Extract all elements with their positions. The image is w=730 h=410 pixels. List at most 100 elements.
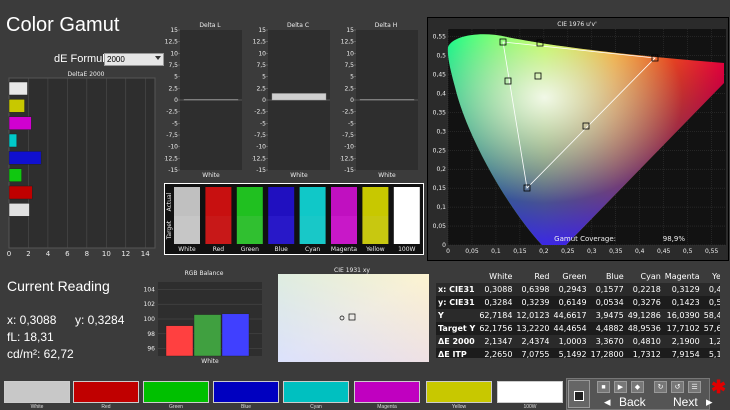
next-button[interactable]: Next xyxy=(673,395,698,409)
swatch-yellow[interactable] xyxy=(426,381,492,403)
delta-l-chart: Delta L 15 12,5 10 7,5 5 2,5 0 -2,5 -5 -7,5 -10 -12,… xyxy=(164,22,242,179)
swatch-label: Red xyxy=(101,404,111,410)
delta-c-title: Delta C xyxy=(287,22,309,29)
table-cell: 2,1347 xyxy=(477,335,515,348)
table-cell: 13,2220 xyxy=(514,322,552,335)
swatch-green[interactable] xyxy=(143,381,209,403)
delta-l-ytick: 5 xyxy=(174,74,178,81)
table-row: x: CIE31 0,3088 0,6398 0,2943 0,1577 0,2218 0,… xyxy=(436,283,720,296)
back-arrow-icon[interactable]: ◂ xyxy=(604,394,611,410)
deltae2000-xtick: 8 xyxy=(85,250,89,258)
table-cell: 16,0390 xyxy=(662,309,702,322)
delta-h-bar xyxy=(359,99,415,101)
rgb-balance-bar xyxy=(221,313,250,357)
patch-actual xyxy=(205,187,232,216)
delta-c-ytick: 2,5 xyxy=(256,85,266,92)
first-icon[interactable]: ■ xyxy=(597,381,610,393)
delta-c-xlabel: White xyxy=(290,172,308,179)
cie1976-xtick: 0,5 xyxy=(683,248,693,255)
table-cell: 62,1756 xyxy=(477,322,515,335)
swatch-label: Blue xyxy=(240,404,251,410)
delta-h-ytick: 7,5 xyxy=(344,62,354,69)
play-icon[interactable]: ▶ xyxy=(614,381,627,393)
table-cell: 0,2218 xyxy=(625,283,663,296)
refresh-icon[interactable]: ↻ xyxy=(654,381,667,393)
table-cell: 2,4374 xyxy=(514,335,552,348)
table-cell: 44,4654 xyxy=(551,322,589,335)
patch-actual xyxy=(299,187,326,216)
stop-button[interactable] xyxy=(568,380,590,408)
settings-icon[interactable]: ☰ xyxy=(688,381,701,393)
table-cell: 12,0123 xyxy=(514,309,552,322)
table-cell: 0,1577 xyxy=(588,283,626,296)
table-cell: 5,1492 xyxy=(551,348,589,358)
table-cell: y: CIE31 xyxy=(436,296,478,309)
reading-y: y: 0,3284 xyxy=(75,313,125,327)
cie1976-ytick: 0 xyxy=(442,242,446,249)
table-cell: ΔE 2000 xyxy=(436,335,478,348)
cie1976-ytick: 0,25 xyxy=(433,147,447,154)
delta-l-ytick: -7,5 xyxy=(166,132,178,139)
back-button[interactable]: Back xyxy=(619,395,646,409)
table-header: Red xyxy=(534,272,550,281)
table-cell: 4,4882 xyxy=(588,322,626,335)
table-cell: 7,0755 xyxy=(514,348,552,358)
page-title: Color Gamut xyxy=(6,14,120,36)
patches-target-label: Target xyxy=(166,220,173,240)
swatch-100w[interactable] xyxy=(497,381,563,403)
deltae2000-xtick: 14 xyxy=(141,250,150,258)
cie1976-ytick: 0,05 xyxy=(433,223,447,230)
cie1976-xtick: 0,3 xyxy=(587,248,597,255)
table-cell: 3,3670 xyxy=(588,335,626,348)
table-cell: Target Y xyxy=(436,322,478,335)
cie1976-ytick: 0,5 xyxy=(436,53,446,60)
swatch-label: Yellow xyxy=(451,404,467,410)
delta-c-ytick: -7,5 xyxy=(254,132,266,139)
table-cell: 17,2800 xyxy=(588,348,626,358)
rgb-balance-ytick: 96 xyxy=(147,346,155,353)
gamut-coverage-label: Gamut Coverage: xyxy=(554,235,616,243)
loop-icon[interactable]: ◆ xyxy=(631,381,644,393)
cie1976-xtick: 0,45 xyxy=(657,248,671,255)
delta-h-ytick: -5 xyxy=(348,120,354,127)
cie1976-ytick: 0,45 xyxy=(433,71,447,78)
swatch-blue[interactable] xyxy=(213,381,279,403)
patch-actual xyxy=(331,187,357,216)
cie1976-xtick: 0,2 xyxy=(539,248,549,255)
patch-actual xyxy=(268,187,295,216)
table-cell: 1,2694 xyxy=(701,335,720,348)
table-header xyxy=(436,270,477,283)
cie1976-ytick: 0,55 xyxy=(433,34,447,41)
table-row: ΔE ITP 2,2650 7,0755 5,1492 17,2800 1,7312 7,9… xyxy=(436,348,720,358)
delta-h-title: Delta H xyxy=(375,22,397,29)
patch-label: Magenta xyxy=(331,246,358,253)
swatch-white[interactable] xyxy=(4,381,70,403)
delta-c-ytick: 0 xyxy=(262,97,266,104)
gamut-coverage-value: 98,9% xyxy=(663,235,686,243)
table-row: Target Y 62,1756 13,2220 44,4654 4,4882 48,95… xyxy=(436,322,720,335)
swatch-cyan[interactable] xyxy=(283,381,349,403)
table-cell: 0,4810 xyxy=(625,335,663,348)
deltae2000-xtick: 4 xyxy=(46,250,51,258)
swatch-magenta[interactable] xyxy=(354,381,420,403)
delta-h-ytick: -12,5 xyxy=(340,155,354,162)
delta-l-ytick: 2,5 xyxy=(168,85,178,92)
delta-c-bar xyxy=(271,93,327,101)
reload-icon[interactable]: ↺ xyxy=(671,381,684,393)
table-cell: 0,3284 xyxy=(477,296,515,309)
swatch-red[interactable] xyxy=(73,381,139,403)
table-cell: 7,9154 xyxy=(662,348,702,358)
table-cell: 0,6398 xyxy=(514,283,552,296)
delta-c-ytick: -5 xyxy=(260,120,266,127)
cie1976-xtick: 0,05 xyxy=(465,248,479,255)
patch-target xyxy=(362,216,389,244)
deltae2000-xtick: 12 xyxy=(121,250,130,258)
delta-h-ytick: 15 xyxy=(346,27,354,34)
patch-target xyxy=(205,216,232,244)
measurement-table: WhiteRedGreenBlueCyanMagentaYellow100W x… xyxy=(436,270,720,358)
delta-l-ytick: 0 xyxy=(174,97,178,104)
delta-l-title: Delta L xyxy=(199,22,221,29)
cie1976-ytick: 0,35 xyxy=(433,109,447,116)
de-formula-select[interactable]: 2000 xyxy=(104,53,164,66)
table-cell: 2,1900 xyxy=(662,335,702,348)
